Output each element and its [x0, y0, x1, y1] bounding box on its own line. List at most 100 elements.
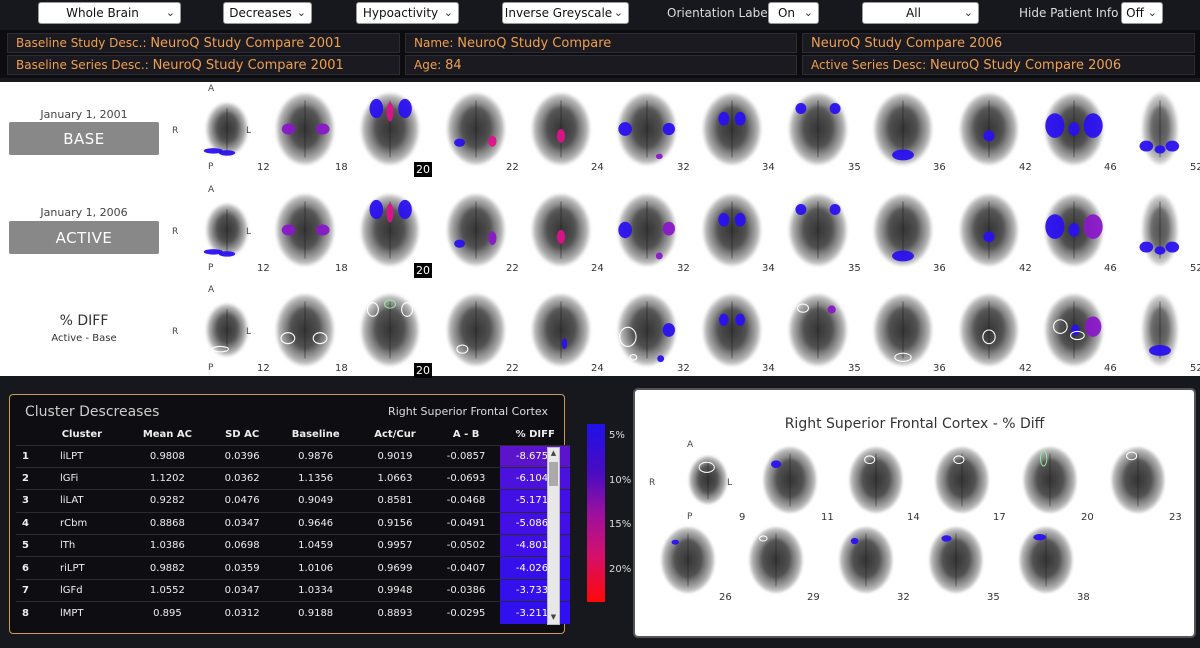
slice-number: 23	[1169, 512, 1182, 523]
active-button[interactable]: ACTIVE	[9, 221, 159, 254]
table-row[interactable]: 2 lGFi 1.1202 0.0362 1.1356 1.0663 -0.0693 -6.1…	[16, 466, 570, 490]
active-slice-36[interactable]	[868, 189, 938, 271]
active-slice-35[interactable]	[783, 189, 853, 271]
chevron-down-icon: ⌄	[963, 6, 973, 19]
scroll-down-icon[interactable]: ▼	[549, 613, 558, 623]
active-slice-22[interactable]	[441, 189, 511, 271]
table-row[interactable]: 8 lMPT 0.895 0.0312 0.9188 0.8893 -0.0295 -3.21…	[16, 601, 570, 625]
table-cell: rCbm	[40, 511, 124, 535]
detail-slice-14[interactable]	[843, 442, 909, 518]
detail-slice-17[interactable]	[929, 442, 995, 518]
slice-number: 20	[414, 263, 432, 278]
cluster-panel-subtitle: Right Superior Frontal Cortex	[388, 405, 548, 418]
diff-slice-42[interactable]	[954, 289, 1024, 371]
detail-slice-38[interactable]	[1013, 522, 1079, 598]
detail-title: Right Superior Frontal Cortex - % Diff	[784, 416, 1045, 432]
active-slice-20[interactable]	[355, 189, 425, 271]
table-row[interactable]: 3 liLAT 0.9282 0.0476 0.9049 0.8581 -0.0468 -5.…	[16, 489, 570, 513]
active-slice-12[interactable]	[192, 189, 262, 271]
diff-slice-52[interactable]	[1125, 289, 1195, 371]
slice-number: 35	[987, 592, 1000, 603]
slice-number: 32	[677, 363, 690, 374]
chevron-down-icon: ⌄	[613, 6, 623, 19]
active-slice-52[interactable]	[1125, 189, 1195, 271]
detail-slice-26[interactable]	[655, 522, 721, 598]
base-slice-32[interactable]	[612, 88, 682, 170]
active-slice-18[interactable]	[270, 189, 340, 271]
column-header[interactable]: Cluster	[40, 425, 124, 445]
active-series-value: NeuroQ Study Compare 2006	[930, 58, 1122, 73]
slice-comparison-panel: January 1, 2001 BASE January 1, 2006 ACT…	[0, 82, 1200, 378]
patient-age: Age: 84	[405, 55, 797, 75]
scroll-up-icon[interactable]: ▲	[549, 449, 558, 459]
base-slice-46[interactable]	[1039, 88, 1109, 170]
colormap-select[interactable]: Inverse Greyscale ⌄	[502, 2, 629, 24]
base-slice-22[interactable]	[441, 88, 511, 170]
detail-slice-23[interactable]	[1105, 442, 1171, 518]
slice-number: 29	[807, 592, 820, 603]
column-header[interactable]: Act/Cur	[358, 425, 432, 445]
diff-slice-24[interactable]	[526, 289, 596, 371]
column-header[interactable]: SD AC	[211, 425, 273, 445]
base-button[interactable]: BASE	[9, 122, 159, 155]
orientation-labels-select[interactable]: On ⌄	[768, 2, 819, 24]
detail-slice-32[interactable]	[833, 522, 899, 598]
toolbar: Whole Brain ⌄ Decreases ⌄ Hypoactivity ⌄ In…	[0, 0, 1200, 28]
hide-patient-info-value: Off	[1126, 6, 1144, 20]
filter-select[interactable]: All ⌄	[862, 2, 979, 24]
column-header[interactable]: Baseline	[273, 425, 358, 445]
table-row[interactable]: 5 lTh 1.0386 0.0698 1.0459 0.9957 -0.0502 -4.80…	[16, 534, 570, 557]
diff-slice-34[interactable]	[697, 289, 767, 371]
table-row[interactable]: 7 lGFd 1.0552 0.0347 1.0334 0.9948 -0.0386 -3.7…	[16, 578, 570, 602]
table-row[interactable]: 1 liLPT 0.9808 0.0396 0.9876 0.9019 -0.0857 -8.…	[16, 444, 570, 468]
base-slice-52[interactable]	[1125, 88, 1195, 170]
mode-select[interactable]: Hypoactivity ⌄	[356, 2, 459, 24]
diff-title: % DIFF	[59, 313, 109, 329]
diff-slice-32[interactable]	[612, 289, 682, 371]
table-row[interactable]: 4 rCbm 0.8868 0.0347 0.9646 0.9156 -0.0491 -5.0…	[16, 511, 570, 535]
slice-number: 32	[677, 162, 690, 173]
orientation-label-a: A	[208, 84, 215, 94]
direction-select[interactable]: Decreases ⌄	[223, 2, 312, 24]
diff-slice-20[interactable]	[355, 289, 425, 371]
column-header[interactable]: Mean AC	[124, 425, 211, 445]
active-slice-42[interactable]	[954, 189, 1024, 271]
active-slice-46[interactable]	[1039, 189, 1109, 271]
slice-number: 52	[1190, 162, 1200, 173]
active-study-value: NeuroQ Study Compare 2006	[811, 36, 1003, 51]
active-slice-24[interactable]	[526, 189, 596, 271]
table-cell: 0.9957	[358, 534, 432, 557]
scrollbar-thumb[interactable]	[549, 462, 558, 486]
base-slice-24[interactable]	[526, 88, 596, 170]
table-cell: 4	[16, 511, 40, 535]
base-slice-42[interactable]	[954, 88, 1024, 170]
diff-slice-22[interactable]	[441, 289, 511, 371]
column-header[interactable]: A - B	[432, 425, 501, 445]
base-slice-18[interactable]	[270, 88, 340, 170]
region-select[interactable]: Whole Brain ⌄	[38, 2, 181, 24]
table-row[interactable]: 6 riLPT 0.9882 0.0359 1.0106 0.9699 -0.0407 -4.…	[16, 556, 570, 580]
diff-slice-35[interactable]	[783, 289, 853, 371]
base-slice-34[interactable]	[697, 88, 767, 170]
base-slice-20[interactable]	[355, 88, 425, 170]
diff-slice-46[interactable]	[1039, 289, 1109, 371]
active-slice-32[interactable]	[612, 189, 682, 271]
hide-patient-info-select[interactable]: Off ⌄	[1121, 2, 1163, 24]
column-header[interactable]: % DIFF	[500, 425, 570, 445]
base-slice-12[interactable]	[192, 88, 262, 170]
base-slice-36[interactable]	[868, 88, 938, 170]
detail-slice-35[interactable]	[923, 522, 989, 598]
slice-number: 32	[897, 592, 910, 603]
active-slice-34[interactable]	[697, 189, 767, 271]
base-slice-35[interactable]	[783, 88, 853, 170]
diff-slice-36[interactable]	[868, 289, 938, 371]
diff-slice-18[interactable]	[270, 289, 340, 371]
colorbar-tick: 20%	[609, 564, 632, 575]
detail-slice-29[interactable]	[743, 522, 809, 598]
slice-number: 46	[1104, 162, 1117, 173]
detail-slice-11[interactable]	[757, 442, 823, 518]
diff-slice-12[interactable]	[192, 289, 262, 371]
table-cell: 0.9049	[273, 489, 359, 513]
table-scrollbar[interactable]: ▲ ▼	[547, 447, 560, 625]
detail-slice-20[interactable]	[1017, 442, 1083, 518]
